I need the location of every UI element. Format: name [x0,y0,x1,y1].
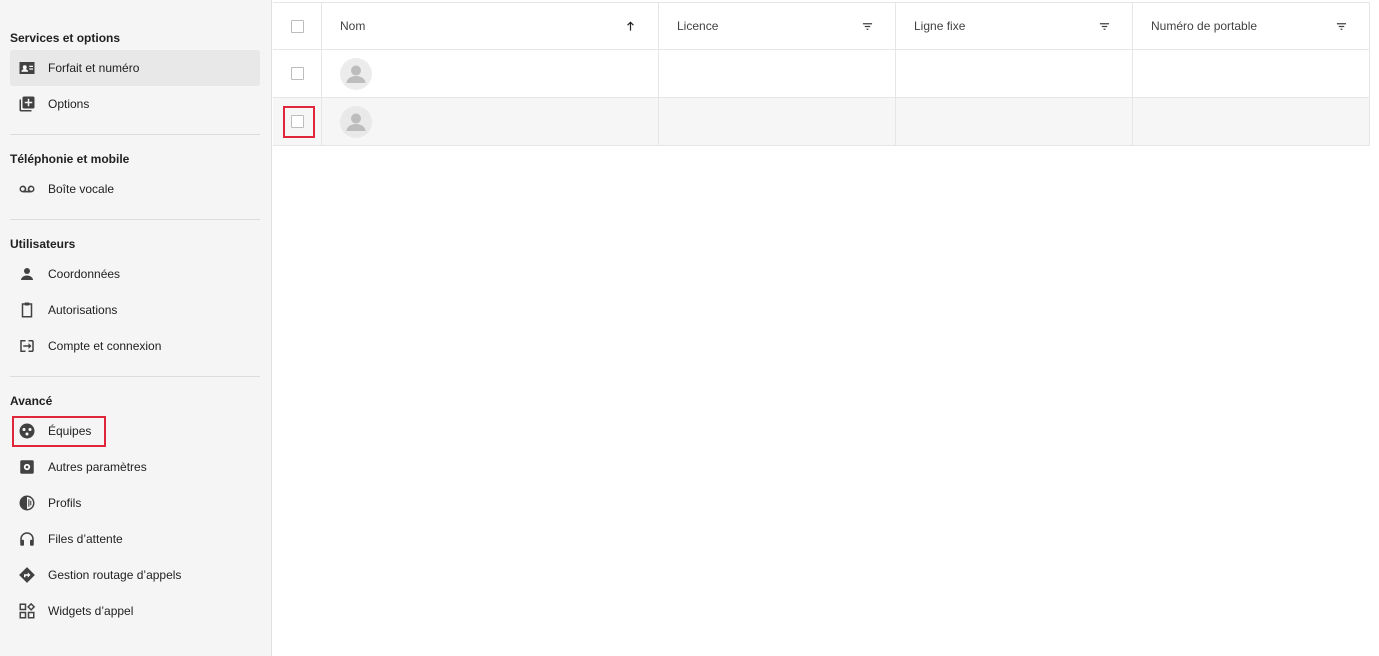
table-header-row: Nom Licence Ligne fixe Numéro de portabl… [273,2,1370,50]
sidebar-item-label: Autorisations [48,303,118,317]
row-checkbox-cell [273,50,322,97]
column-label: Ligne fixe [914,19,966,33]
sidebar-item-compte-connexion[interactable]: Compte et connexion [10,328,260,364]
table-row[interactable] [273,50,1370,98]
settings-box-icon [18,458,36,476]
cell-portable [1133,50,1370,97]
sidebar-item-label: Autres paramètres [48,460,147,474]
sidebar-item-forfait[interactable]: Forfait et numéro [10,50,260,86]
sidebar-item-options[interactable]: Options [10,86,260,122]
column-header-ligne-fixe[interactable]: Ligne fixe [896,3,1133,49]
column-label: Numéro de portable [1151,19,1258,33]
users-table: Nom Licence Ligne fixe Numéro de portabl… [273,0,1379,656]
cell-ligne-fixe [896,50,1133,97]
sidebar-item-label: Gestion routage d’appels [48,568,182,582]
column-header-licence[interactable]: Licence [659,3,896,49]
sidebar-item-profils[interactable]: Profils [10,485,260,521]
sidebar-item-autorisations[interactable]: Autorisations [10,292,260,328]
sidebar-item-label: Profils [48,496,82,510]
divider [10,376,260,377]
avatar [340,105,372,138]
contrast-icon [18,494,36,512]
widgets-icon [18,602,36,620]
sidebar-item-gestion-routage[interactable]: Gestion routage d’appels [10,557,260,593]
cell-ligne-fixe [896,98,1133,145]
sidebar-item-label: Widgets d’appel [48,604,134,618]
sidebar: Services et options Forfait et numéro Op… [0,0,272,656]
cell-licence [659,98,896,145]
filter-icon[interactable] [861,20,873,32]
row-checkbox[interactable] [290,67,304,80]
column-label: Licence [677,19,719,33]
directions-icon [18,566,36,584]
clipboard-icon [18,301,36,319]
sidebar-item-boite-vocale[interactable]: Boîte vocale [10,171,260,207]
sidebar-item-label: Équipes [48,424,92,438]
avatar [340,57,372,90]
section-title-telephonie: Téléphonie et mobile [10,152,130,166]
sidebar-item-widgets-appel[interactable]: Widgets d’appel [10,593,260,629]
cell-licence [659,50,896,97]
filter-icon[interactable] [1335,20,1347,32]
sidebar-item-label: Files d’attente [48,532,123,546]
cell-portable [1133,98,1370,145]
section-title-avance: Avancé [10,394,53,408]
headset-icon [18,530,36,548]
team-icon [18,422,36,440]
cell-nom [322,98,659,145]
divider [10,134,260,135]
section-title-services: Services et options [10,31,121,45]
divider [10,219,260,220]
voicemail-icon [18,180,36,198]
add-box-icon [18,95,36,113]
sidebar-item-label: Coordonnées [48,267,121,281]
sidebar-item-files-attente[interactable]: Files d’attente [10,521,260,557]
sidebar-item-equipes[interactable]: Équipes [10,413,260,449]
section-title-utilisateurs: Utilisateurs [10,237,76,251]
cell-nom [322,50,659,97]
select-all-checkbox[interactable] [290,19,304,33]
sidebar-item-label: Boîte vocale [48,182,115,196]
header-checkbox-cell [273,3,322,49]
sidebar-item-label: Options [48,97,90,111]
sidebar-item-coordonnees[interactable]: Coordonnées [10,256,260,292]
app-root: Services et options Forfait et numéro Op… [0,0,1379,656]
sidebar-item-label: Forfait et numéro [48,61,140,75]
sidebar-item-label: Compte et connexion [48,339,162,353]
row-checkbox[interactable] [290,115,304,128]
filter-icon[interactable] [1098,20,1110,32]
sidebar-item-autres-parametres[interactable]: Autres paramètres [10,449,260,485]
person-icon [18,265,36,283]
column-header-portable[interactable]: Numéro de portable [1133,3,1370,49]
column-header-nom[interactable]: Nom [322,3,659,49]
login-icon [18,337,36,355]
table-row[interactable] [273,98,1370,146]
column-label: Nom [340,19,366,33]
arrow-up-icon[interactable] [624,20,636,32]
row-checkbox-cell [273,98,322,145]
contact-card-icon [18,59,36,77]
